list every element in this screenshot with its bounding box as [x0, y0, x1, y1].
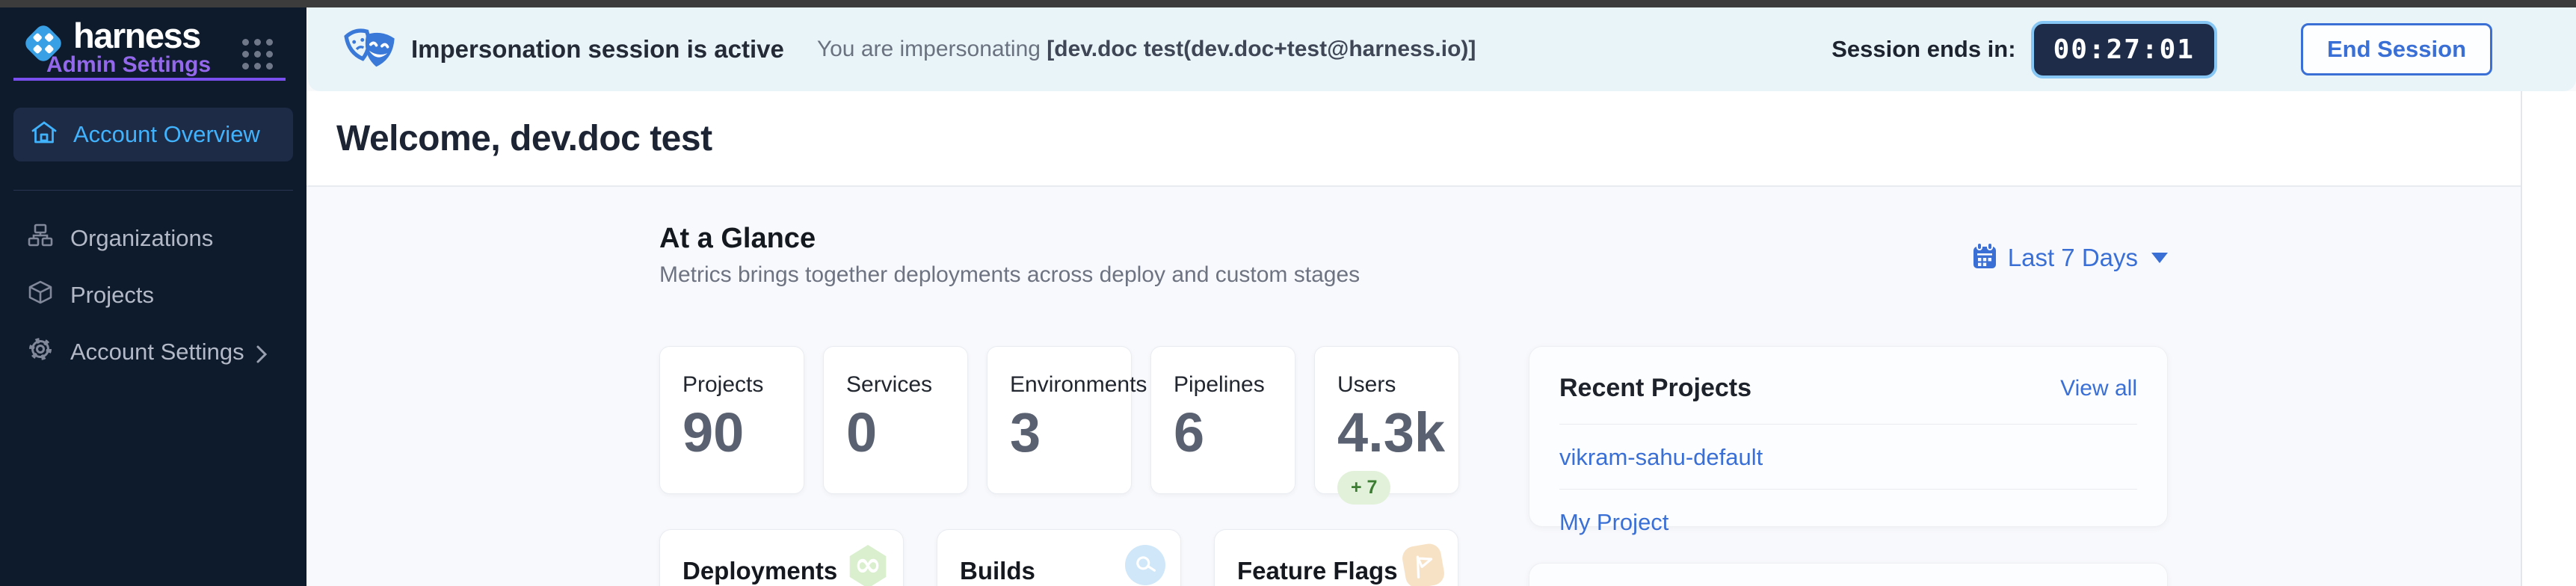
impersonating-prefix: You are impersonating [817, 37, 1041, 61]
impersonation-banner: Impersonation session is active You are … [308, 7, 2576, 91]
stat-value: 4.3k [1337, 405, 1458, 460]
main-body: Welcome, dev.doc test At a Glance Metric… [306, 91, 2576, 586]
glance-header-row: At a Glance Metrics brings together depl… [659, 223, 2168, 288]
page-scrollbar-track[interactable] [2521, 91, 2576, 586]
build-search-icon [1121, 541, 1169, 586]
content-column: Welcome, dev.doc test At a Glance Metric… [306, 91, 2521, 586]
brand-name: harness [73, 15, 200, 56]
sidebar-item-account-overview[interactable]: Account Overview [13, 108, 293, 161]
sidebar-divider [13, 190, 293, 191]
stat-label: Services [846, 372, 967, 398]
stat-card-environments[interactable]: Environments 3 [987, 346, 1132, 494]
sidebar-item-projects[interactable]: Projects [0, 267, 306, 324]
recent-projects-panel: Recent Projects View all vikram-sahu-def… [1529, 346, 2168, 527]
banner-title: Impersonation session is active [411, 35, 784, 64]
recent-project-link[interactable]: My Project [1559, 490, 2137, 554]
sidebar-item-label: Account Overview [73, 121, 260, 148]
sidebar-nav: Account Overview Organizations [0, 108, 306, 380]
stat-value: 0 [846, 405, 967, 460]
stat-value: 3 [1010, 405, 1131, 460]
module-card-deployments[interactable]: Deployments ∞ [659, 529, 904, 586]
date-range-label: Last 7 Days [2008, 244, 2138, 272]
recent-project-link[interactable]: vikram-sahu-default [1559, 425, 2137, 489]
gear-icon [27, 336, 54, 368]
sidebar-item-account-settings[interactable]: Account Settings [0, 324, 306, 380]
module-card-builds[interactable]: Builds [937, 529, 1181, 586]
sidebar-item-label: Organizations [70, 225, 213, 252]
session-ends-label: Session ends in: [1831, 36, 2015, 63]
chevron-right-icon[interactable] [256, 343, 268, 370]
calendar-icon [1972, 242, 1997, 274]
stat-value: 6 [1174, 405, 1295, 460]
theater-masks-icon [344, 25, 398, 74]
main-area: Impersonation session is active You are … [306, 7, 2576, 586]
stat-card-users[interactable]: Users 4.3k + 7 [1314, 346, 1459, 494]
dashboard-container: At a Glance Metrics brings together depl… [659, 187, 2168, 586]
home-icon [30, 119, 58, 151]
module-label: Deployments [682, 557, 837, 586]
impersonating-target: [dev.doc test(dev.doc+test@harness.io)] [1047, 37, 1476, 61]
stat-label: Projects [682, 372, 804, 398]
sidebar-item-label: Account Settings [70, 339, 244, 366]
stat-label: Pipelines [1174, 372, 1295, 398]
stat-card-services[interactable]: Services 0 [823, 346, 968, 494]
sidebar: harness Admin Settings Account Overview [0, 7, 306, 586]
sidebar-item-label: Projects [70, 282, 154, 309]
dashboard-content: At a Glance Metrics brings together depl… [306, 187, 2521, 586]
sidebar-items: Organizations Projects [0, 210, 306, 380]
glance-subtitle: Metrics brings together deployments acro… [659, 262, 1360, 288]
notifications-panel: Notifications [1529, 563, 2168, 586]
stat-card-pipelines[interactable]: Pipelines 6 [1150, 346, 1295, 494]
glance-title: At a Glance [659, 223, 1360, 255]
module-subtitle: Admin Settings [46, 52, 211, 78]
recent-projects-header: Recent Projects View all [1559, 374, 2137, 403]
session-timer: 00:27:01 [2031, 21, 2217, 78]
chevron-down-icon [2151, 253, 2168, 263]
stat-cards-row: Projects 90 Services 0 Environments [659, 346, 1459, 494]
recent-projects-title: Recent Projects [1559, 374, 1751, 403]
flag-icon [1401, 542, 1446, 586]
module-label: Builds [960, 557, 1035, 586]
app-window: harness Admin Settings Account Overview [0, 7, 2576, 586]
metrics-column: Projects 90 Services 0 Environments [659, 346, 1459, 586]
page-header: Welcome, dev.doc test [306, 91, 2521, 187]
cube-icon [27, 279, 54, 312]
organizations-icon [27, 222, 54, 255]
side-panels-column: Recent Projects View all vikram-sahu-def… [1529, 346, 2168, 586]
pipeline-infinity-icon: ∞ [848, 545, 888, 586]
view-all-link[interactable]: View all [2060, 376, 2137, 401]
date-range-selector[interactable]: Last 7 Days [1972, 227, 2168, 288]
banner-subtitle: You are impersonating [dev.doc test(dev.… [817, 37, 1476, 62]
app-switcher-icon[interactable] [242, 39, 273, 70]
module-card-feature-flags[interactable]: Feature Flags [1214, 529, 1458, 586]
page-title: Welcome, dev.doc test [336, 118, 712, 159]
users-delta-badge: + 7 [1337, 471, 1390, 505]
dashboard-columns: Projects 90 Services 0 Environments [659, 346, 2168, 586]
glance-heading: At a Glance Metrics brings together depl… [659, 223, 1360, 288]
stat-label: Environments [1010, 372, 1131, 398]
stat-label: Users [1337, 372, 1458, 398]
browser-top-strip [0, 0, 2576, 7]
stat-value: 90 [682, 405, 804, 460]
purple-divider [13, 78, 286, 81]
end-session-button[interactable]: End Session [2301, 23, 2492, 75]
sidebar-item-organizations[interactable]: Organizations [0, 210, 306, 267]
module-cards-row: Deployments ∞ Builds [659, 529, 1459, 586]
module-label: Feature Flags [1237, 557, 1398, 586]
stat-card-projects[interactable]: Projects 90 [659, 346, 804, 494]
